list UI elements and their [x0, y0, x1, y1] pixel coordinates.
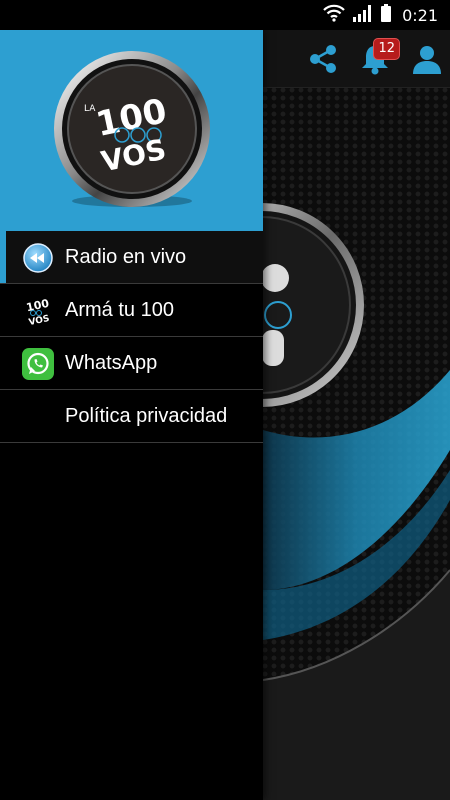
menu-item-politica-privacidad[interactable]: Política privacidad: [0, 390, 263, 443]
svg-text:100: 100: [25, 297, 51, 315]
active-indicator: [0, 231, 6, 283]
whatsapp-icon: [22, 348, 54, 380]
status-bar: 0:21: [0, 0, 450, 30]
clock: 0:21: [402, 5, 438, 25]
menu-item-radio-en-vivo[interactable]: Radio en vivo: [0, 231, 263, 284]
station-logo: LA 100 VOS: [53, 50, 210, 207]
svg-text:VOS: VOS: [28, 314, 51, 327]
menu-item-label: Armá tu 100: [65, 298, 174, 321]
notification-badge: 12: [373, 38, 400, 60]
share-icon: [310, 45, 336, 73]
drawer-header: LA 100 VOS: [0, 30, 263, 231]
share-button[interactable]: [304, 40, 342, 78]
menu-item-label: Política privacidad: [65, 404, 228, 427]
menu-item-label: WhatsApp: [65, 351, 158, 374]
menu-item-arma-tu-100[interactable]: 100 VOS Armá tu 100: [0, 284, 263, 337]
rewind-icon: [22, 242, 54, 274]
menu-item-whatsapp[interactable]: WhatsApp: [0, 337, 263, 390]
navigation-drawer: LA 100 VOS Radio en vivo 100 VOS Armá tu…: [0, 30, 263, 800]
battery-icon: [381, 4, 392, 26]
user-icon: [413, 46, 441, 74]
logo-icon: 100 VOS: [22, 295, 54, 327]
wifi-icon: [323, 4, 345, 26]
notifications-button[interactable]: 12: [356, 38, 400, 78]
menu-item-label: Radio en vivo: [65, 245, 187, 268]
profile-button[interactable]: [408, 40, 446, 78]
signal-icon: [352, 4, 374, 26]
